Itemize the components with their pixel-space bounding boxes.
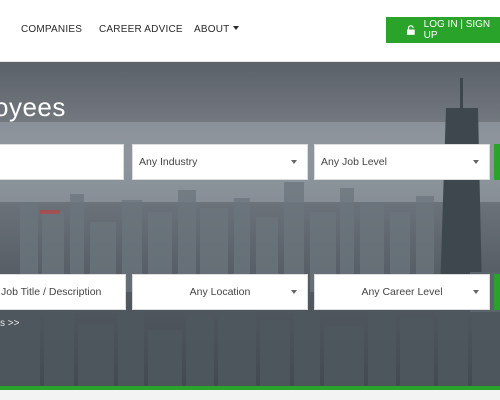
login-signup-label: LOG IN | SIGN UP	[423, 19, 491, 41]
chevron-down-icon	[473, 290, 479, 294]
nav-about[interactable]: ABOUT	[194, 24, 240, 35]
industry-select-value: Any Industry	[139, 156, 198, 168]
lock-icon	[406, 25, 415, 35]
top-navigation: COMPANIES CAREER ADVICE ABOUT LOG IN | S…	[0, 0, 500, 62]
job-level-select-value: Any Job Level	[321, 156, 387, 168]
job-level-select[interactable]: Any Job Level	[314, 144, 490, 180]
career-level-select-value: Any Career Level	[361, 286, 443, 298]
chevron-down-icon	[291, 290, 297, 294]
chevron-down-icon	[473, 160, 479, 164]
more-link[interactable]: s >>	[0, 318, 19, 329]
chevron-down-icon	[233, 26, 240, 30]
chevron-down-icon	[291, 160, 297, 164]
city-skyline-image	[0, 78, 500, 388]
hero-banner: oyees Any Industry Any Job Level Job Tit…	[0, 62, 500, 388]
search-button-edge-2[interactable]	[494, 274, 500, 310]
page-footer-strip	[0, 390, 500, 400]
nav-about-label: ABOUT	[194, 24, 230, 35]
nav-career-advice[interactable]: CAREER ADVICE	[99, 24, 183, 35]
login-signup-button[interactable]: LOG IN | SIGN UP	[386, 17, 500, 43]
job-title-description-input[interactable]: Job Title / Description	[0, 274, 126, 310]
location-select[interactable]: Any Location	[132, 274, 308, 310]
industry-select[interactable]: Any Industry	[132, 144, 308, 180]
keyword-input[interactable]	[0, 144, 124, 180]
nav-companies[interactable]: COMPANIES	[21, 24, 82, 35]
hero-title: oyees	[0, 92, 66, 122]
job-title-description-value: Job Title / Description	[1, 286, 102, 298]
career-level-select[interactable]: Any Career Level	[314, 274, 490, 310]
search-button-edge[interactable]	[494, 144, 500, 180]
location-select-value: Any Location	[189, 286, 251, 298]
